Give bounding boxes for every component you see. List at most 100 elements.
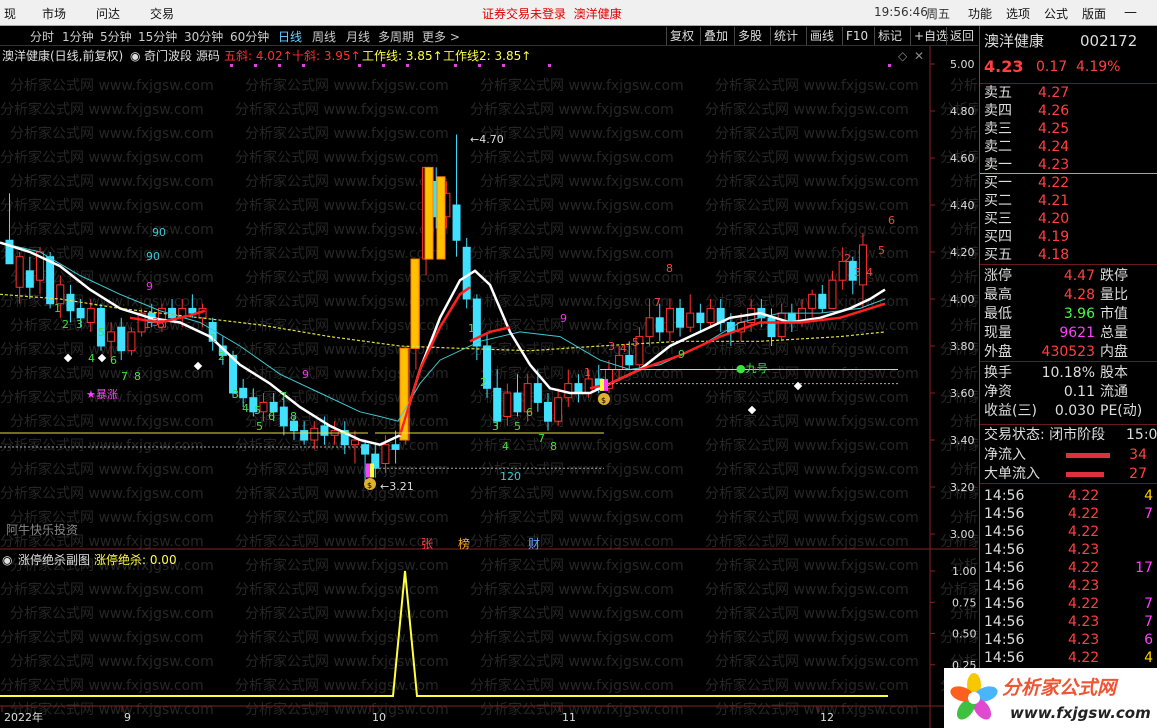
tick-time: 14:56 [984,488,1025,504]
period-15min[interactable]: 15分钟 [138,28,177,45]
watermark-text: 分析家公式网 www.fxjgsw.com [705,197,909,214]
menu-item-now[interactable]: 现 [4,5,16,22]
candle-body [320,425,329,436]
chart-settings-icon[interactable]: ◇ [898,49,908,63]
candle-body [25,270,34,288]
watermark-text: 分析家公式网 www.fxjgsw.com [235,629,439,646]
watermark-text: 分析家公式网 www.fxjgsw.com [235,533,439,550]
menu-layout[interactable]: 版面 [1082,5,1106,22]
wave-count-label: 4 [866,266,873,279]
period-60min[interactable]: 60分钟 [230,28,269,45]
chart-formula[interactable]: 奇门波段 源码 [144,48,220,63]
chart-dropdown-icon[interactable]: ◉ [130,49,140,63]
tool-mark[interactable]: 标记 [874,27,905,45]
candle-body [117,326,126,352]
tool-f10[interactable]: F10 [842,27,871,45]
wave-count-label: 8 [550,440,557,453]
period-multi[interactable]: 多周期 [378,28,414,45]
candle-body [127,331,136,352]
price-tick-label: 3.80 [950,340,975,353]
top-dot-marker [382,64,385,67]
wave-count-label: 5 [878,244,885,257]
stat-row: 现量 9621 总量 [984,324,1155,342]
wave-count-label: 3 [76,318,83,331]
period-monthly[interactable]: 月线 [346,28,370,45]
watermark-text: 分析家公式网 www.fxjgsw.com [705,533,909,550]
bid-label: 买四 [984,229,1012,245]
top-dot-marker [502,64,505,67]
flow-bar [1066,453,1110,458]
flow-bar [1066,472,1104,477]
period-30min[interactable]: 30分钟 [184,28,223,45]
wave-count-label: 1 [584,366,591,379]
ask-row: 卖五 4.27 [984,84,1155,102]
chart-area[interactable]: 分析家公式网 www.fxjgsw.com 分析家公式网 www.fxjgsw.c… [0,46,1154,728]
flow-label: 净流入 [984,447,1026,463]
watermark-text: 分析家公式网 www.fxjgsw.com [715,461,919,478]
period-more[interactable]: 更多 > [422,28,460,45]
marker-zhang[interactable]: 张 [421,537,433,551]
period-1min[interactable]: 1分钟 [62,28,94,45]
candle-body [503,392,512,417]
tool-overlay[interactable]: 叠加 [700,27,731,45]
chart-close-icon[interactable]: ✕ [914,49,924,63]
candle-body [554,397,563,422]
sub-dropdown-icon[interactable]: ◉ [2,553,12,567]
period-5min[interactable]: 5分钟 [100,28,132,45]
watermark-text: 分析家公式网 www.fxjgsw.com [470,101,674,118]
marker-bang[interactable]: 榜 [458,536,470,551]
moneybag-symbol: $ [367,481,372,490]
menu-item-wenda[interactable]: 问达 [96,5,120,22]
low-price-label: ←3.21 [380,480,414,493]
tool-stats[interactable]: 统计 [770,27,801,45]
menu-item-market[interactable]: 市场 [42,5,66,22]
tool-draw[interactable]: 画线 [806,27,837,45]
date-label: 9 [124,711,131,724]
watermark-text: 分析家公式网 www.fxjgsw.com [470,197,674,214]
candle-body [808,293,817,309]
watermark-text: 分析家公式网 www.fxjgsw.com [950,509,978,526]
tool-fuquan[interactable]: 复权 [666,27,697,45]
tick-time: 14:56 [984,560,1025,576]
menu-item-trade[interactable]: 交易 [150,5,174,22]
logo-cn: 分析家公式网 [1002,677,1119,699]
ask-row: 卖四 4.26 [984,102,1155,120]
notice-text: 证券交易未登录 [482,7,567,21]
tool-multistock[interactable]: 多股 [734,27,765,45]
minimize-icon[interactable]: — [1124,5,1137,20]
limitup-bar [410,258,420,349]
watermark-text: 分析家公式网 www.fxjgsw.com [950,221,978,238]
period-daily[interactable]: 日线 [278,28,302,45]
stat-label2: 量比 [1100,287,1128,303]
candle-body [615,354,624,370]
menu-options[interactable]: 选项 [1006,5,1030,22]
tick-volume: 4 [1144,650,1153,666]
stat-value: 4.28 [1063,287,1095,303]
tool-back[interactable]: 返回 [946,27,977,45]
wave-count-label: 6 [268,410,275,423]
wave-count-label: 1 [144,318,151,331]
marker-cai[interactable]: 财 [528,537,540,551]
tool-add-watch[interactable]: +自选 [910,27,951,45]
period-fenshi[interactable]: 分时 [30,28,54,45]
right-menu: 19:56:46 周五 功能 选项 公式 版面 — [870,0,1157,26]
watermark-text: 分析家公式网 www.fxjgsw.com [480,77,684,94]
menu-function[interactable]: 功能 [968,5,992,22]
period-weekly[interactable]: 周线 [312,28,336,45]
tick-row: 14:56 4.23 [984,541,1155,559]
menu-formula[interactable]: 公式 [1044,5,1068,22]
watermark-text: 分析家公式网 www.fxjgsw.com [0,677,204,694]
watermark-text: 分析家公式网 www.fxjgsw.com [715,557,919,574]
price-tick-label: 3.60 [950,387,975,400]
flow-value: 34 [1129,447,1147,463]
watermark-text: 分析家公式网 www.fxjgsw.com [245,461,449,478]
watermark-text: 分析家公式网 www.fxjgsw.com [705,149,909,166]
watermark-text: 分析家公式网 www.fxjgsw.com [245,221,449,238]
stat-value: 430523 [1041,344,1095,360]
signal-bar [600,378,604,391]
price-change: 0.17 [1036,59,1068,75]
price-tick-label: 4.80 [950,105,975,118]
kline-chart[interactable]: 分析家公式网 www.fxjgsw.com 分析家公式网 www.fxjgsw.c… [0,46,1154,728]
watermark-text: 分析家公式网 www.fxjgsw.com [245,509,449,526]
candle-body [676,307,685,328]
